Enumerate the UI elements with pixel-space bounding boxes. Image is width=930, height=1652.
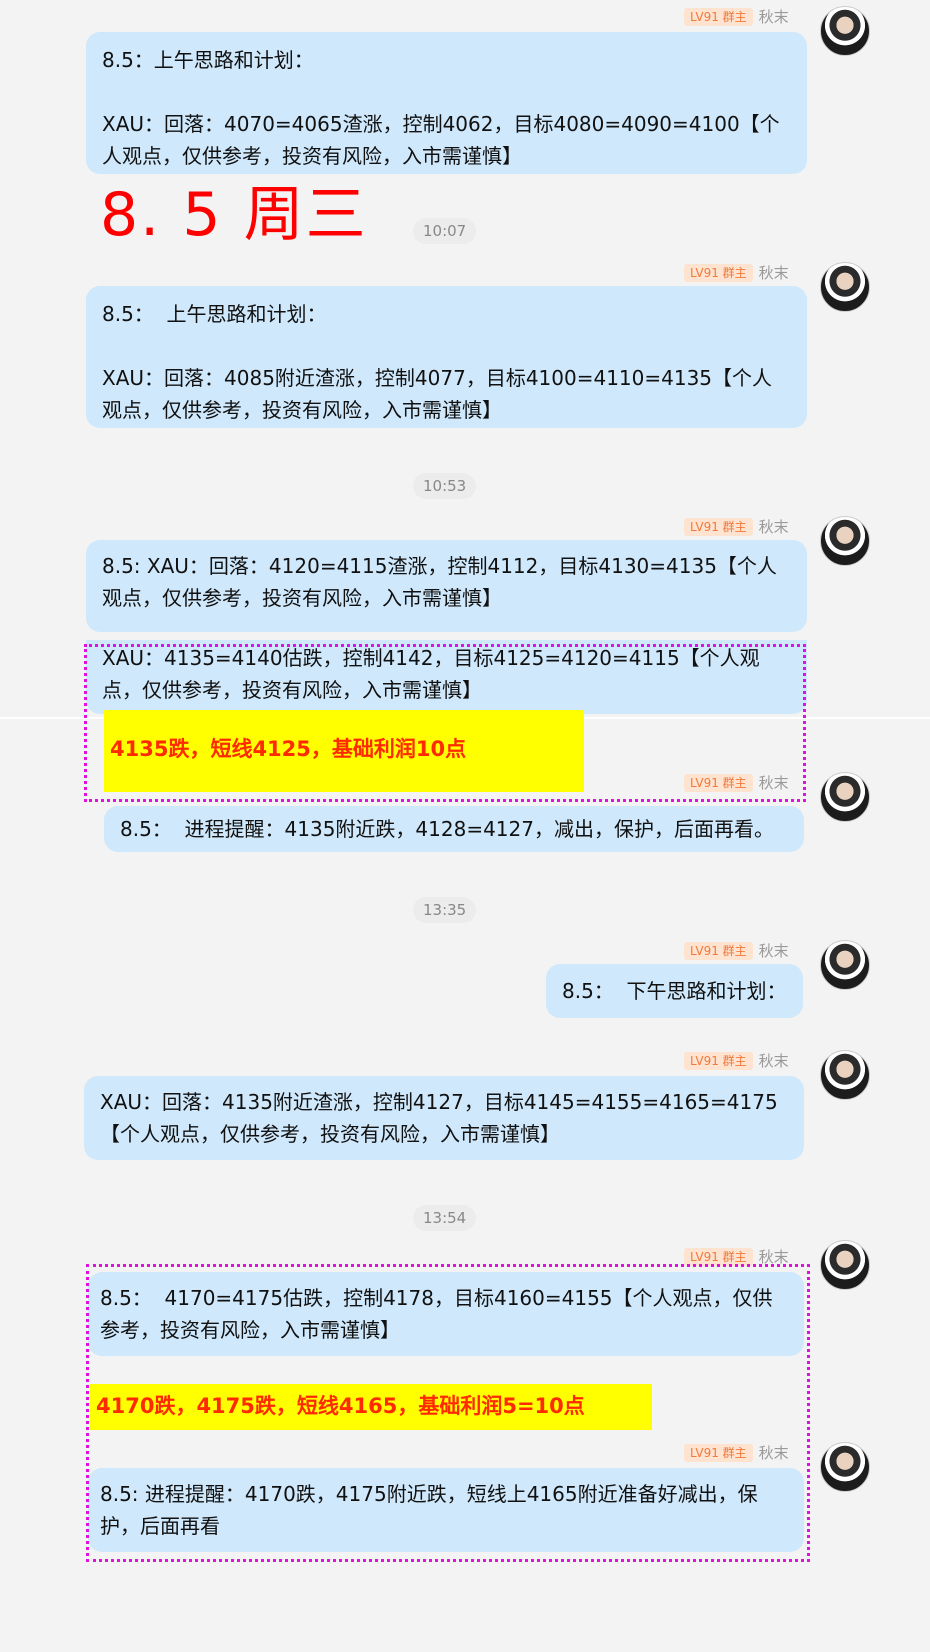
sender-name[interactable]: 秋末: [759, 940, 789, 961]
message-bubble[interactable]: 8.5: XAU：回落：4120=4115渣涨，控制4112，目标4130=41…: [86, 540, 807, 632]
sender-info: LV91 群主 秋末: [684, 1050, 789, 1071]
highlight-frame: [86, 1264, 810, 1562]
avatar[interactable]: [820, 940, 870, 990]
timestamp: 10:53: [413, 473, 477, 499]
avatar[interactable]: [820, 6, 870, 56]
message-bubble[interactable]: 8.5： 上午思路和计划： XAU：回落：4085附近渣涨，控制4077，目标4…: [86, 286, 807, 428]
message-bubble[interactable]: 8.5：上午思路和计划： XAU：回落：4070=4065渣涨，控制4062，目…: [86, 32, 807, 174]
level-badge: LV91 群主: [684, 7, 753, 26]
level-badge: LV91 群主: [684, 263, 753, 282]
sender-info: LV91 群主 秋末: [684, 516, 789, 537]
sender-info: LV91 群主 秋末: [684, 940, 789, 961]
avatar[interactable]: [820, 1442, 870, 1492]
timestamp: 10:07: [413, 218, 477, 244]
sender-info: LV91 群主 秋末: [684, 772, 789, 793]
level-badge: LV91 群主: [684, 1247, 753, 1266]
level-badge: LV91 群主: [684, 1051, 753, 1070]
avatar[interactable]: [820, 1050, 870, 1100]
level-badge: LV91 群主: [684, 941, 753, 960]
date-heading: 8. 5 周三: [100, 180, 368, 250]
timestamp: 13:54: [413, 1205, 477, 1231]
message-bubble[interactable]: XAU：回落：4135附近渣涨，控制4127，目标4145=4155=4165=…: [84, 1076, 804, 1160]
sender-info: LV91 群主 秋末: [684, 262, 789, 283]
sender-info: LV91 群主 秋末: [684, 6, 789, 27]
avatar[interactable]: [820, 772, 870, 822]
sender-name[interactable]: 秋末: [759, 6, 789, 27]
sender-name[interactable]: 秋末: [759, 262, 789, 283]
avatar[interactable]: [820, 516, 870, 566]
sender-name[interactable]: 秋末: [759, 1050, 789, 1071]
level-badge: LV91 群主: [684, 773, 753, 792]
level-badge: LV91 群主: [684, 517, 753, 536]
avatar[interactable]: [820, 1240, 870, 1290]
sender-name[interactable]: 秋末: [759, 772, 789, 793]
message-bubble[interactable]: 8.5： 下午思路和计划：: [546, 964, 803, 1018]
message-bubble[interactable]: 8.5： 进程提醒：4135附近跌，4128=4127，减出，保护，后面再看。: [104, 806, 804, 852]
sender-name[interactable]: 秋末: [759, 516, 789, 537]
timestamp: 13:35: [413, 897, 477, 923]
avatar[interactable]: [820, 262, 870, 312]
